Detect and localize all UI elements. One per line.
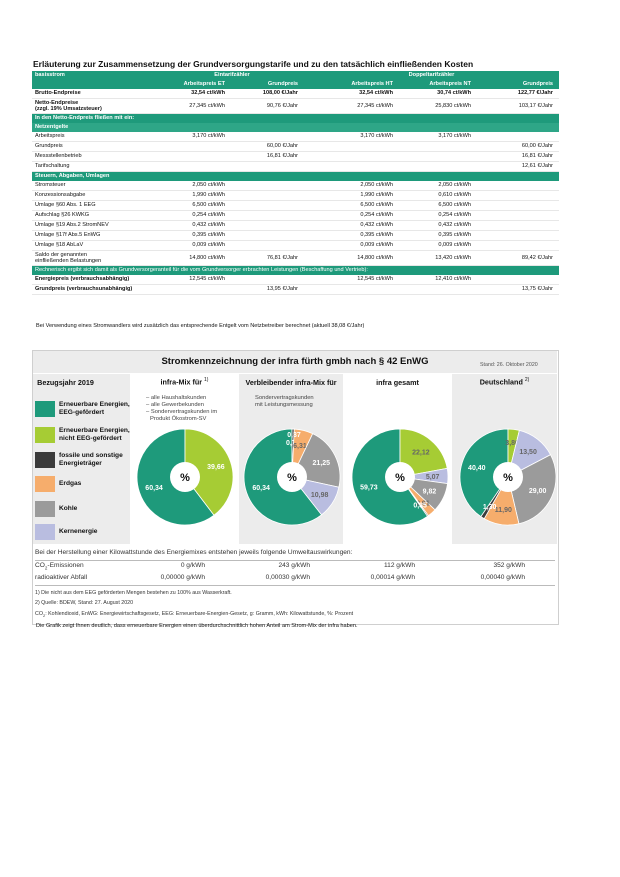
footnote-3: CO2: Kohlendioxid, EnWG: Energiewirtscha…	[35, 611, 353, 618]
divider	[35, 585, 555, 586]
pie-value-label: 9,82	[423, 489, 437, 496]
bottom-note: Die Grafik zeigt Ihnen deutlich, dass er…	[36, 623, 358, 629]
co2-value: 352 g/kWh	[493, 562, 525, 569]
abbreviations-text: : Kohlendioxid, EnWG: Energiewirtschafts…	[45, 611, 354, 617]
pie-center-percent: %	[395, 472, 405, 484]
pie-value-label: 6,31	[293, 443, 307, 450]
co2-text-suffix: -Emissionen	[47, 562, 84, 569]
co2-value: 112 g/kWh	[383, 562, 415, 569]
co2-text: CO	[35, 562, 45, 569]
co2-value: 0 g/kWh	[180, 562, 205, 569]
pie-value-label: 10,98	[311, 492, 329, 499]
pie-value-label: 29,00	[529, 488, 547, 495]
environment-heading: Bei der Herstellung einer Kilowattstunde…	[35, 549, 353, 556]
radioactive-value: 0,00014 g/kWh	[370, 574, 415, 581]
pie-value-label: 60,34	[145, 485, 163, 492]
radioactive-value: 0,00030 g/kWh	[265, 574, 310, 581]
pie-center-percent: %	[287, 472, 297, 484]
co2-value: 243 g/kWh	[278, 562, 310, 569]
pie-value-label: 21,25	[313, 460, 331, 467]
pie-value-label: 39,66	[207, 464, 225, 471]
radioactive-value: 0,00040 g/kWh	[480, 574, 525, 581]
co2-label: CO2-Emissionen	[35, 562, 84, 570]
divider	[35, 560, 555, 561]
pie-value-label: 0,37	[287, 432, 301, 439]
pie-value-label: 0,35	[413, 503, 427, 510]
pie-value-label: 22,12	[412, 449, 430, 456]
pie-center-percent: %	[503, 472, 513, 484]
pie-value-label: 40,40	[468, 465, 486, 472]
pie-value-label: 13,50	[519, 449, 537, 456]
radioactive-value: 0,00000 g/kWh	[160, 574, 205, 581]
co2-text: CO	[35, 611, 43, 617]
pie-value-label: 11,90	[495, 507, 512, 514]
pie-value-label: 5,07	[426, 474, 440, 481]
footnote-1: 1) Die nicht aus dem EEG geförderten Men…	[35, 590, 232, 596]
footnote-2: 2) Quelle: BDEW, Stand: 27. August 2020	[35, 600, 134, 606]
radioactive-label: radioaktiver Abfall	[35, 574, 88, 581]
pie-value-label: 60,34	[252, 485, 270, 492]
energy-mix-pies: 60,3439,66%60,340,756,3121,2510,980,37%5…	[136, 428, 557, 526]
pie-center-percent: %	[180, 472, 190, 484]
pie-value-label: 1,30	[483, 504, 497, 511]
pie-value-label: 59,73	[360, 484, 378, 491]
